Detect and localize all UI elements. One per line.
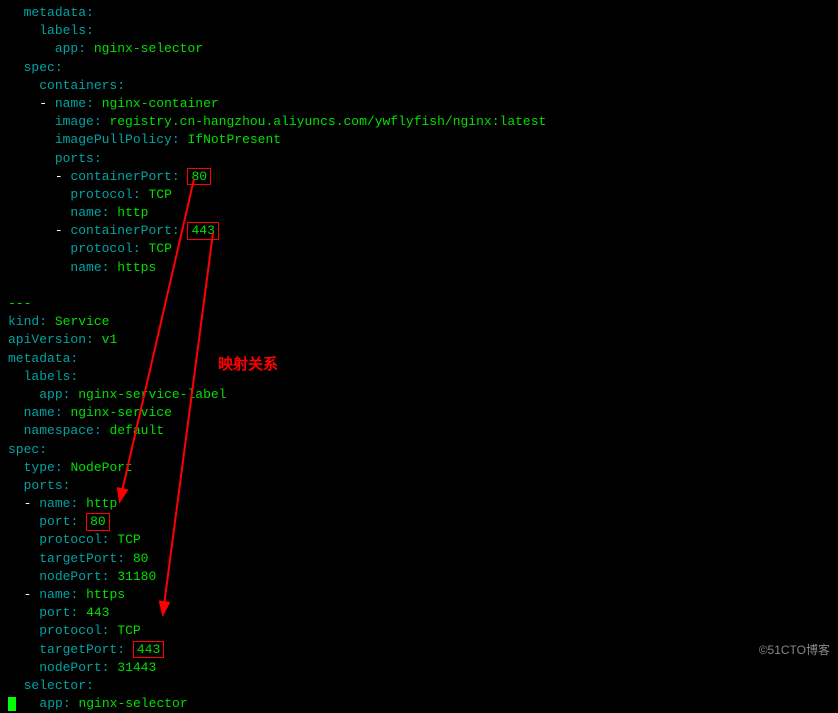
val-node443: 31443 [117,660,156,675]
key-kind: kind [8,314,39,329]
val-svcname: nginx-service [70,405,171,420]
key-metadata2: metadata [8,351,70,366]
key-image: image [55,114,94,129]
cursor-icon [8,697,16,711]
key-app2: app [39,387,62,402]
key-ports: ports [55,151,94,166]
key-containers: containers [39,78,117,93]
key-tgt2: targetPort [39,642,117,657]
val-type: NodePort [70,460,132,475]
val-kind: Service [55,314,110,329]
key-svcname: name [24,405,55,420]
key-tgt1: targetPort [39,551,117,566]
key-protocol: protocol [70,187,132,202]
key-type: type [24,460,55,475]
val-app: nginx-selector [94,41,203,56]
terminal-output: metadata: labels: app: nginx-selector sp… [8,4,830,713]
key-selector: selector [24,678,86,693]
highlight-box-80: 80 [187,168,211,186]
val-https: https [117,260,156,275]
key-spec2: spec [8,442,39,457]
watermark: ©51CTO博客 [759,642,830,659]
annotation-label: 映射关系 [218,354,278,375]
val-http: http [117,205,148,220]
val-imagepull: IfNotPresent [187,132,281,147]
highlight-box-80-2: 80 [86,513,110,531]
key-node2: nodePort [39,660,101,675]
val-selapp: nginx-selector [78,696,187,711]
key-metadata: metadata [24,5,86,20]
val-tcp4: TCP [117,623,140,638]
key-portname1: name [39,496,70,511]
key-port1: port [39,514,70,529]
val-tcp3: TCP [117,532,140,547]
key-name2: name [70,205,101,220]
key-proto1: protocol [39,532,101,547]
key-node1: nodePort [39,569,101,584]
key-proto2: protocol [39,623,101,638]
val-https2: https [86,587,125,602]
val-namespace: default [109,423,164,438]
key-labels: labels [39,23,86,38]
val-http2: http [86,496,117,511]
key-imagepull: imagePullPolicy [55,132,172,147]
key-containerport: containerPort [70,169,171,184]
key-selapp: app [39,696,62,711]
key-port2: port [39,605,70,620]
key-containerport2: containerPort [70,223,171,238]
key-apiv: apiVersion [8,332,86,347]
val-tgt80: 80 [133,551,149,566]
key-name3: name [70,260,101,275]
key-app: app [55,41,78,56]
val-apiv: v1 [102,332,118,347]
key-protocol2: protocol [70,241,132,256]
key-labels2: labels [24,369,71,384]
val-node80: 31180 [117,569,156,584]
val-container-name: nginx-container [102,96,219,111]
highlight-box-443-2: 443 [133,641,164,659]
separator: --- [8,296,31,311]
key-portname2: name [39,587,70,602]
val-port443: 443 [86,605,109,620]
key-name: name [55,96,86,111]
highlight-box-443: 443 [187,222,218,240]
key-namespace: namespace [24,423,94,438]
key-spec: spec [24,60,55,75]
val-svc-label: nginx-service-label [78,387,226,402]
val-tcp2: TCP [148,241,171,256]
val-image: registry.cn-hangzhou.aliyuncs.com/ywflyf… [109,114,546,129]
val-tcp: TCP [148,187,171,202]
key-ports2: ports [24,478,63,493]
